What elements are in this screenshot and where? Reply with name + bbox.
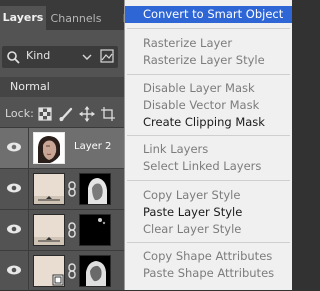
layer-mask-thumbnail[interactable]: [79, 255, 111, 287]
menu-item-select-linked-layers[interactable]: Select Linked Layers: [125, 158, 292, 175]
menu-separator: [127, 74, 290, 75]
adjustment-thumbnail-icon: [34, 196, 64, 204]
search-icon: [7, 51, 20, 64]
adjustment-thumbnail-icon: [34, 237, 64, 245]
smart-object-thumbnail-icon: [52, 274, 64, 286]
chevron-down-icon: [82, 54, 92, 60]
link-chain-icon[interactable]: [67, 222, 77, 238]
layer-filter-dropdown[interactable]: Kind: [2, 46, 118, 68]
visibility-divider: [28, 251, 29, 291]
link-chain-icon[interactable]: [67, 181, 77, 197]
menu-separator: [127, 242, 290, 243]
menu-item-paste-shape-attributes[interactable]: Paste Shape Attributes: [125, 265, 292, 282]
layer-mask-thumbnail[interactable]: [79, 173, 111, 205]
lock-artboard-icon[interactable]: [100, 106, 116, 122]
filter-kind-label: Kind: [26, 49, 51, 62]
layer-context-menu: Convert to Smart Object Rasterize Layer …: [124, 0, 292, 290]
blend-mode-value: Normal: [10, 80, 50, 93]
menu-item-rasterize-layer-style[interactable]: Rasterize Layer Style: [125, 52, 292, 69]
portrait-thumbnail-icon: [38, 136, 60, 163]
menu-item-copy-shape-attributes[interactable]: Copy Shape Attributes: [125, 248, 292, 265]
lock-transparent-pixels-icon[interactable]: [37, 106, 53, 122]
menu-item-copy-layer-style[interactable]: Copy Layer Style: [125, 187, 292, 204]
layer-row[interactable]: Layer 2: [0, 128, 140, 169]
eye-icon[interactable]: [6, 182, 22, 194]
layer-thumbnail[interactable]: [33, 255, 65, 287]
mask-portrait-icon: [86, 261, 106, 286]
layer-thumbnail[interactable]: [33, 214, 65, 246]
layer-thumbnail[interactable]: [33, 132, 65, 164]
lock-position-icon[interactable]: [79, 106, 95, 122]
eye-icon[interactable]: [6, 264, 22, 276]
menu-item-disable-layer-mask[interactable]: Disable Layer Mask: [125, 80, 292, 97]
menu-item-rasterize-layer[interactable]: Rasterize Layer: [125, 35, 292, 52]
menu-item-paste-layer-style[interactable]: Paste Layer Style: [125, 204, 292, 221]
menu-separator: [127, 180, 290, 181]
menu-item-disable-vector-mask[interactable]: Disable Vector Mask: [125, 97, 292, 114]
menu-separator: [127, 28, 290, 29]
layers-panel: Layers Channels P Kind Normal Lock:: [0, 0, 140, 291]
layer-row[interactable]: [0, 210, 140, 251]
menu-separator: [127, 135, 290, 136]
panel-tab-bar: Layers Channels P: [0, 0, 140, 30]
visibility-divider: [28, 210, 29, 250]
menu-item-link-layers[interactable]: Link Layers: [125, 141, 292, 158]
layer-mask-thumbnail[interactable]: [79, 214, 111, 246]
menu-item-clear-layer-style[interactable]: Clear Layer Style: [125, 221, 292, 238]
layer-thumbnail[interactable]: [33, 173, 65, 205]
tab-layers[interactable]: Layers: [0, 6, 46, 30]
tab-channels[interactable]: Channels: [50, 7, 102, 30]
lock-image-pixels-icon[interactable]: [58, 106, 74, 122]
menu-item-convert-to-smart-object[interactable]: Convert to Smart Object: [125, 6, 292, 23]
mask-portrait-icon: [88, 178, 107, 204]
layer-row[interactable]: [0, 169, 140, 210]
layer-name[interactable]: Layer 2: [74, 141, 111, 152]
menu-item-create-clipping-mask[interactable]: Create Clipping Mask: [125, 114, 292, 131]
eye-icon[interactable]: [6, 141, 22, 153]
visibility-divider: [28, 169, 29, 209]
visibility-divider: [28, 128, 29, 168]
link-chain-icon[interactable]: [67, 263, 77, 279]
lock-toolbar: Lock:: [0, 103, 140, 125]
lock-label: Lock:: [5, 107, 34, 120]
mask-speck-icon: [98, 218, 106, 225]
image-filter-icon[interactable]: [100, 49, 114, 63]
layer-row[interactable]: [0, 251, 140, 291]
blend-mode-dropdown[interactable]: Normal: [0, 77, 125, 97]
eye-icon[interactable]: [6, 223, 22, 235]
